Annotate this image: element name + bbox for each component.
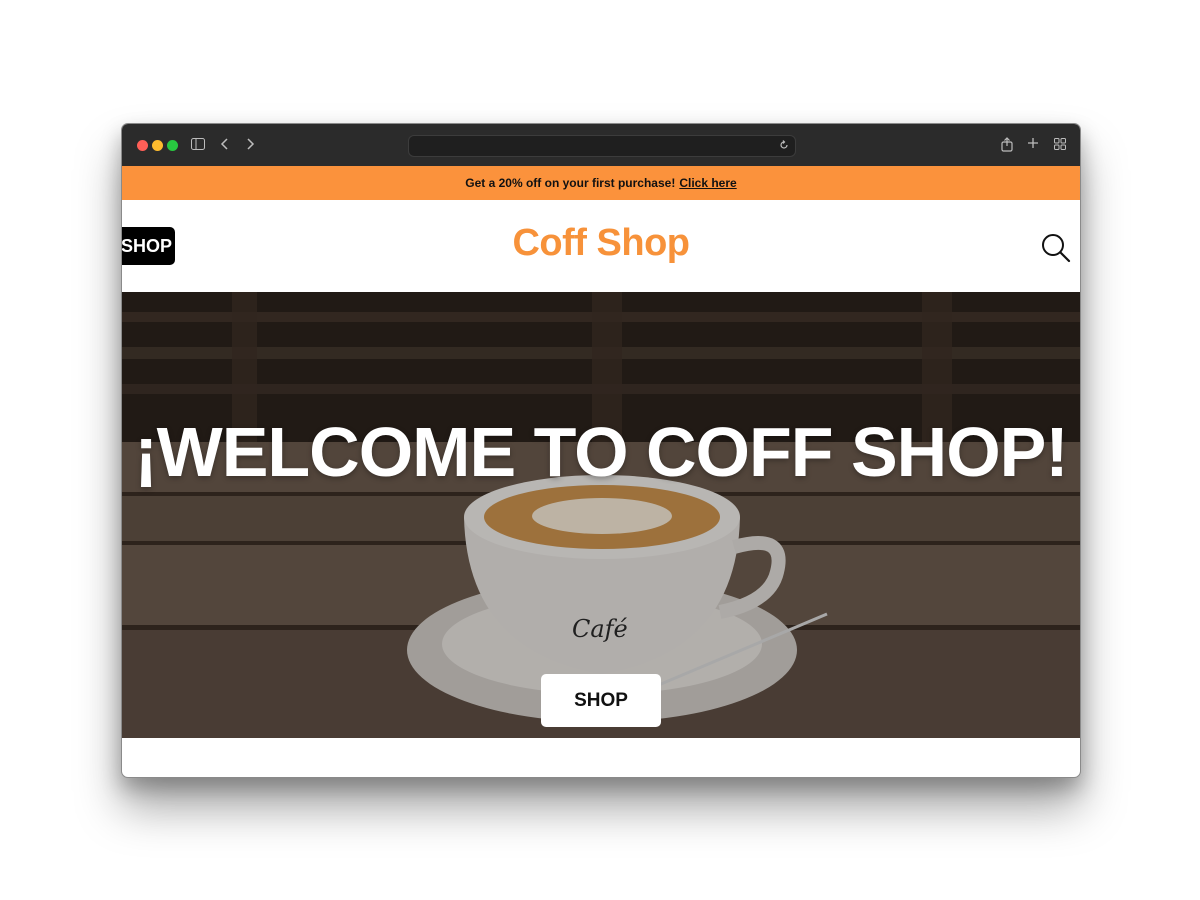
- site-header: SHOP Coff Shop: [122, 200, 1080, 292]
- new-tab-icon[interactable]: [1027, 137, 1039, 152]
- search-icon[interactable]: [1040, 232, 1072, 264]
- maximize-window-button[interactable]: [167, 140, 178, 151]
- back-icon[interactable]: [219, 137, 229, 154]
- minimize-window-button[interactable]: [152, 140, 163, 151]
- hero-shop-button[interactable]: SHOP: [541, 674, 661, 727]
- forward-icon[interactable]: [246, 137, 256, 154]
- tab-overview-icon[interactable]: [1054, 138, 1066, 153]
- close-window-button[interactable]: [137, 140, 148, 151]
- reload-icon[interactable]: [779, 139, 789, 153]
- share-icon[interactable]: [1001, 137, 1013, 155]
- sidebar-toggle-icon[interactable]: [191, 138, 205, 153]
- promo-link[interactable]: Click here: [679, 176, 736, 190]
- promo-text: Get a 20% off on your first purchase!: [465, 176, 676, 190]
- browser-toolbar: [122, 124, 1080, 166]
- promo-banner: Get a 20% off on your first purchase! Cl…: [122, 166, 1080, 200]
- hero-title: ¡WELCOME TO COFF SHOP!: [134, 413, 1068, 491]
- hero-section: Café ¡WELCOME TO COFF SHOP! SHOP: [122, 292, 1080, 738]
- browser-window: Get a 20% off on your first purchase! Cl…: [121, 123, 1081, 778]
- address-bar[interactable]: [408, 135, 796, 157]
- site-logo[interactable]: Coff Shop: [122, 222, 1080, 265]
- hero-background-image: Café: [122, 292, 1080, 738]
